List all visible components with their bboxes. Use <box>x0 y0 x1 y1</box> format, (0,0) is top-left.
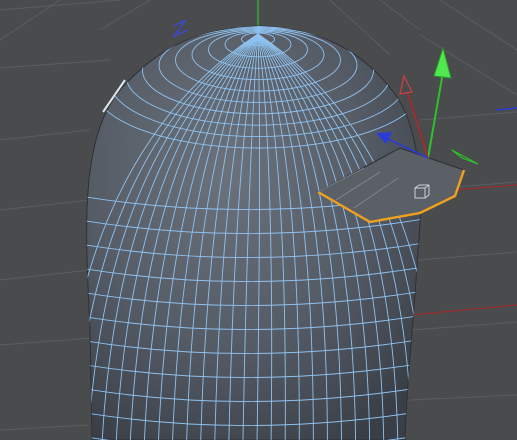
3d-viewport[interactable] <box>0 0 517 440</box>
grid-line <box>439 0 517 51</box>
grid-line <box>0 337 93 346</box>
grid-line <box>0 0 121 11</box>
grid-line <box>417 251 517 261</box>
grid-line <box>411 321 517 331</box>
axis-marker-icon <box>171 19 189 38</box>
grid-line <box>99 0 151 31</box>
red-cone-handle[interactable] <box>399 74 413 95</box>
capsule-mesh[interactable] <box>60 24 440 440</box>
grid-line <box>0 199 91 211</box>
plane-handle[interactable] <box>451 149 479 165</box>
grid-line <box>379 0 421 31</box>
grid-line <box>0 269 91 281</box>
viewport-canvas[interactable] <box>0 0 517 440</box>
grid-line <box>0 59 111 69</box>
grid-line <box>409 394 517 401</box>
z-axis-indicator <box>495 107 517 111</box>
y-axis-line <box>427 71 444 159</box>
grid-line <box>0 0 61 41</box>
grid-line <box>419 34 517 96</box>
grid-line <box>0 129 91 141</box>
grid-line <box>0 424 89 431</box>
